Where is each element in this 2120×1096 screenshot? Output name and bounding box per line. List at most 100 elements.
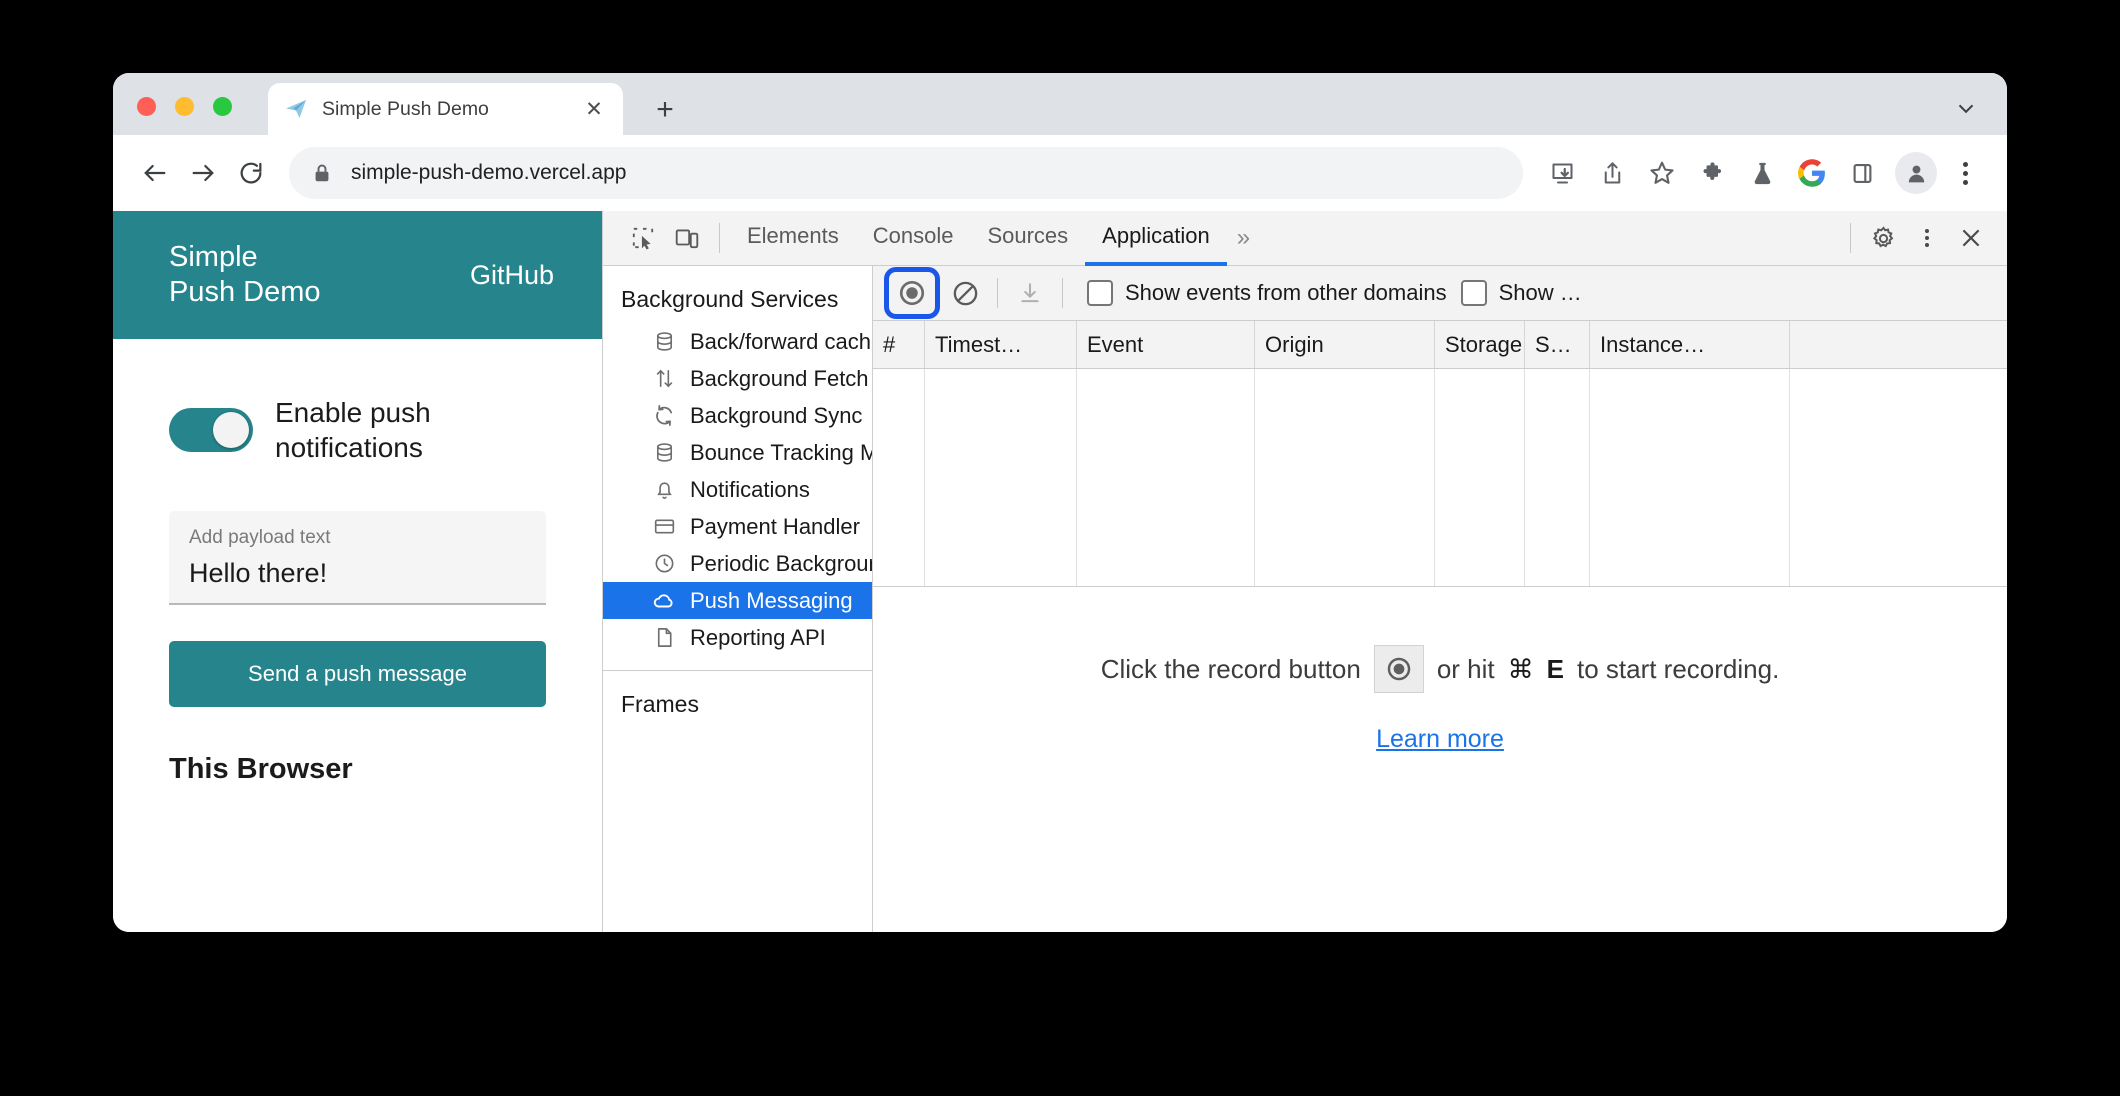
address-bar[interactable]: simple-push-demo.vercel.app — [289, 147, 1523, 199]
tab-console[interactable]: Console — [856, 211, 971, 266]
bookmark-star-icon[interactable] — [1639, 150, 1685, 196]
sidebar-item-background-sync[interactable]: Background Sync — [603, 397, 872, 434]
show-truncated-checkbox-row[interactable]: Show … — [1460, 280, 1582, 306]
empty-state-message: Click the record button or hit ⌘ E to st… — [1100, 645, 1779, 693]
window-minimize-button[interactable] — [175, 97, 194, 116]
sidebar-item-notifications[interactable]: Notifications — [603, 471, 872, 508]
send-push-message-button[interactable]: Send a push message — [169, 641, 546, 707]
browser-toolbar: simple-push-demo.vercel.app — [113, 135, 2007, 211]
browser-tab[interactable]: Simple Push Demo ✕ — [268, 83, 623, 135]
window-close-button[interactable] — [137, 97, 156, 116]
devtools-main: Background Services Back/forward cache B… — [603, 266, 2007, 932]
column-header-s[interactable]: S… — [1525, 321, 1590, 368]
tab-application[interactable]: Application — [1085, 211, 1227, 266]
clock-icon — [651, 551, 677, 577]
tree-group-background-services: Background Services — [621, 286, 839, 312]
sidebar-item-back-forward-cache[interactable]: Back/forward cache — [603, 323, 872, 360]
site-title-line1: Simple — [169, 240, 258, 273]
empty-state-text-middle: or hit — [1436, 653, 1495, 684]
toolbar-actions — [1535, 150, 1985, 196]
back-arrow-icon[interactable] — [131, 149, 179, 197]
sidebar-item-push-messaging[interactable]: Push Messaging — [603, 582, 872, 619]
device-toolbar-icon[interactable] — [665, 218, 709, 258]
paper-plane-icon — [284, 97, 308, 121]
devtools-tab-bar: Elements Console Sources Application » — [603, 211, 2007, 266]
tab-sources[interactable]: Sources — [970, 211, 1085, 266]
inspect-element-icon[interactable] — [621, 218, 665, 258]
background-services-table: # Timest… Event Origin Storage … S… Inst… — [873, 321, 2007, 587]
close-icon[interactable] — [1949, 218, 1993, 258]
google-g-icon[interactable] — [1789, 150, 1835, 196]
cloud-icon — [651, 588, 677, 614]
sidebar-item-payment-handler[interactable]: Payment Handler — [603, 508, 872, 545]
sidebar-item-reporting-api[interactable]: Reporting API — [603, 619, 872, 656]
three-dot-menu-icon[interactable] — [1905, 218, 1949, 258]
lock-icon[interactable] — [311, 162, 333, 184]
forward-arrow-icon[interactable] — [179, 149, 227, 197]
chevron-down-icon[interactable] — [1951, 93, 1981, 123]
more-tabs-icon[interactable]: » — [1227, 224, 1260, 252]
column-header-storage[interactable]: Storage … — [1435, 321, 1525, 368]
install-icon[interactable] — [1539, 150, 1585, 196]
empty-state-text-before: Click the record button — [1100, 653, 1361, 684]
sidebar-item-label: Payment Handler — [690, 513, 860, 539]
toggle-knob — [213, 412, 249, 448]
payload-field-value: Hello there! — [189, 558, 328, 588]
profile-avatar-icon[interactable] — [1895, 152, 1937, 194]
download-icon[interactable] — [1008, 273, 1052, 313]
devtools-tabbar-actions — [1840, 218, 1993, 258]
record-icon[interactable] — [1373, 645, 1424, 693]
gear-icon[interactable] — [1861, 218, 1905, 258]
column-header-event[interactable]: Event — [1077, 321, 1255, 368]
tab-elements[interactable]: Elements — [730, 211, 856, 266]
table-column — [873, 369, 925, 586]
site-title-line2: Push Demo — [169, 276, 321, 308]
column-header-origin[interactable]: Origin — [1255, 321, 1435, 368]
side-panel-icon[interactable] — [1839, 150, 1885, 196]
column-header-instance[interactable]: Instance… — [1590, 321, 1790, 368]
close-icon[interactable]: ✕ — [581, 96, 607, 122]
enable-push-label: Enable push notifications — [275, 395, 431, 465]
sidebar-item-background-fetch[interactable]: Background Fetch — [603, 360, 872, 397]
empty-state: Click the record button or hit ⌘ E to st… — [873, 587, 2007, 932]
sidebar-item-bounce-tracking-mitigations[interactable]: Bounce Tracking Mitigations — [603, 434, 872, 471]
column-header-timestamp[interactable]: Timest… — [925, 321, 1077, 368]
show-other-domains-label: Show events from other domains — [1125, 280, 1447, 305]
reload-icon[interactable] — [227, 149, 275, 197]
url-text: simple-push-demo.vercel.app — [351, 161, 627, 184]
updown-arrows-icon — [651, 366, 677, 392]
browser-window: Simple Push Demo ✕ + simple-push-demo.ve… — [113, 73, 2007, 932]
sidebar-item-label: Periodic Background Sync — [690, 550, 872, 576]
three-dot-menu-icon[interactable] — [1945, 150, 1985, 196]
new-tab-button[interactable]: + — [648, 93, 682, 127]
show-truncated-checkbox[interactable] — [1460, 280, 1487, 306]
show-other-domains-checkbox[interactable] — [1087, 280, 1113, 306]
sidebar-item-label: Notifications — [690, 476, 810, 502]
learn-more-link[interactable]: Learn more — [1376, 725, 1504, 754]
sidebar-item-periodic-background-sync[interactable]: Periodic Background Sync — [603, 545, 872, 582]
devtools-panel: Elements Console Sources Application » B… — [602, 211, 2007, 932]
divider — [1062, 278, 1063, 308]
enable-push-toggle[interactable] — [169, 408, 253, 452]
github-link[interactable]: GitHub — [470, 260, 554, 291]
sidebar-item-label: Background Fetch — [690, 365, 869, 391]
database-icon — [651, 440, 677, 466]
table-body-empty — [873, 369, 2007, 587]
share-icon[interactable] — [1589, 150, 1635, 196]
kbd-key: E — [1546, 653, 1564, 684]
window-zoom-button[interactable] — [213, 97, 232, 116]
payload-text-field[interactable]: Add payload text Hello there! — [169, 511, 546, 605]
table-column — [1525, 369, 1590, 586]
sync-icon — [651, 403, 677, 429]
clear-circle-slash-icon[interactable] — [943, 273, 987, 313]
show-truncated-label: Show … — [1498, 280, 1582, 305]
extensions-puzzle-icon[interactable] — [1689, 150, 1735, 196]
show-other-domains-checkbox-row[interactable]: Show events from other domains — [1087, 280, 1447, 306]
table-column — [1077, 369, 1255, 586]
site-title: Simple Push Demo — [169, 240, 321, 311]
window-body: Simple Push Demo GitHub Enable push noti… — [113, 211, 2007, 932]
database-icon — [651, 329, 677, 355]
labs-flask-icon[interactable] — [1739, 150, 1785, 196]
record-button[interactable] — [889, 272, 935, 314]
column-header-number[interactable]: # — [873, 321, 925, 368]
